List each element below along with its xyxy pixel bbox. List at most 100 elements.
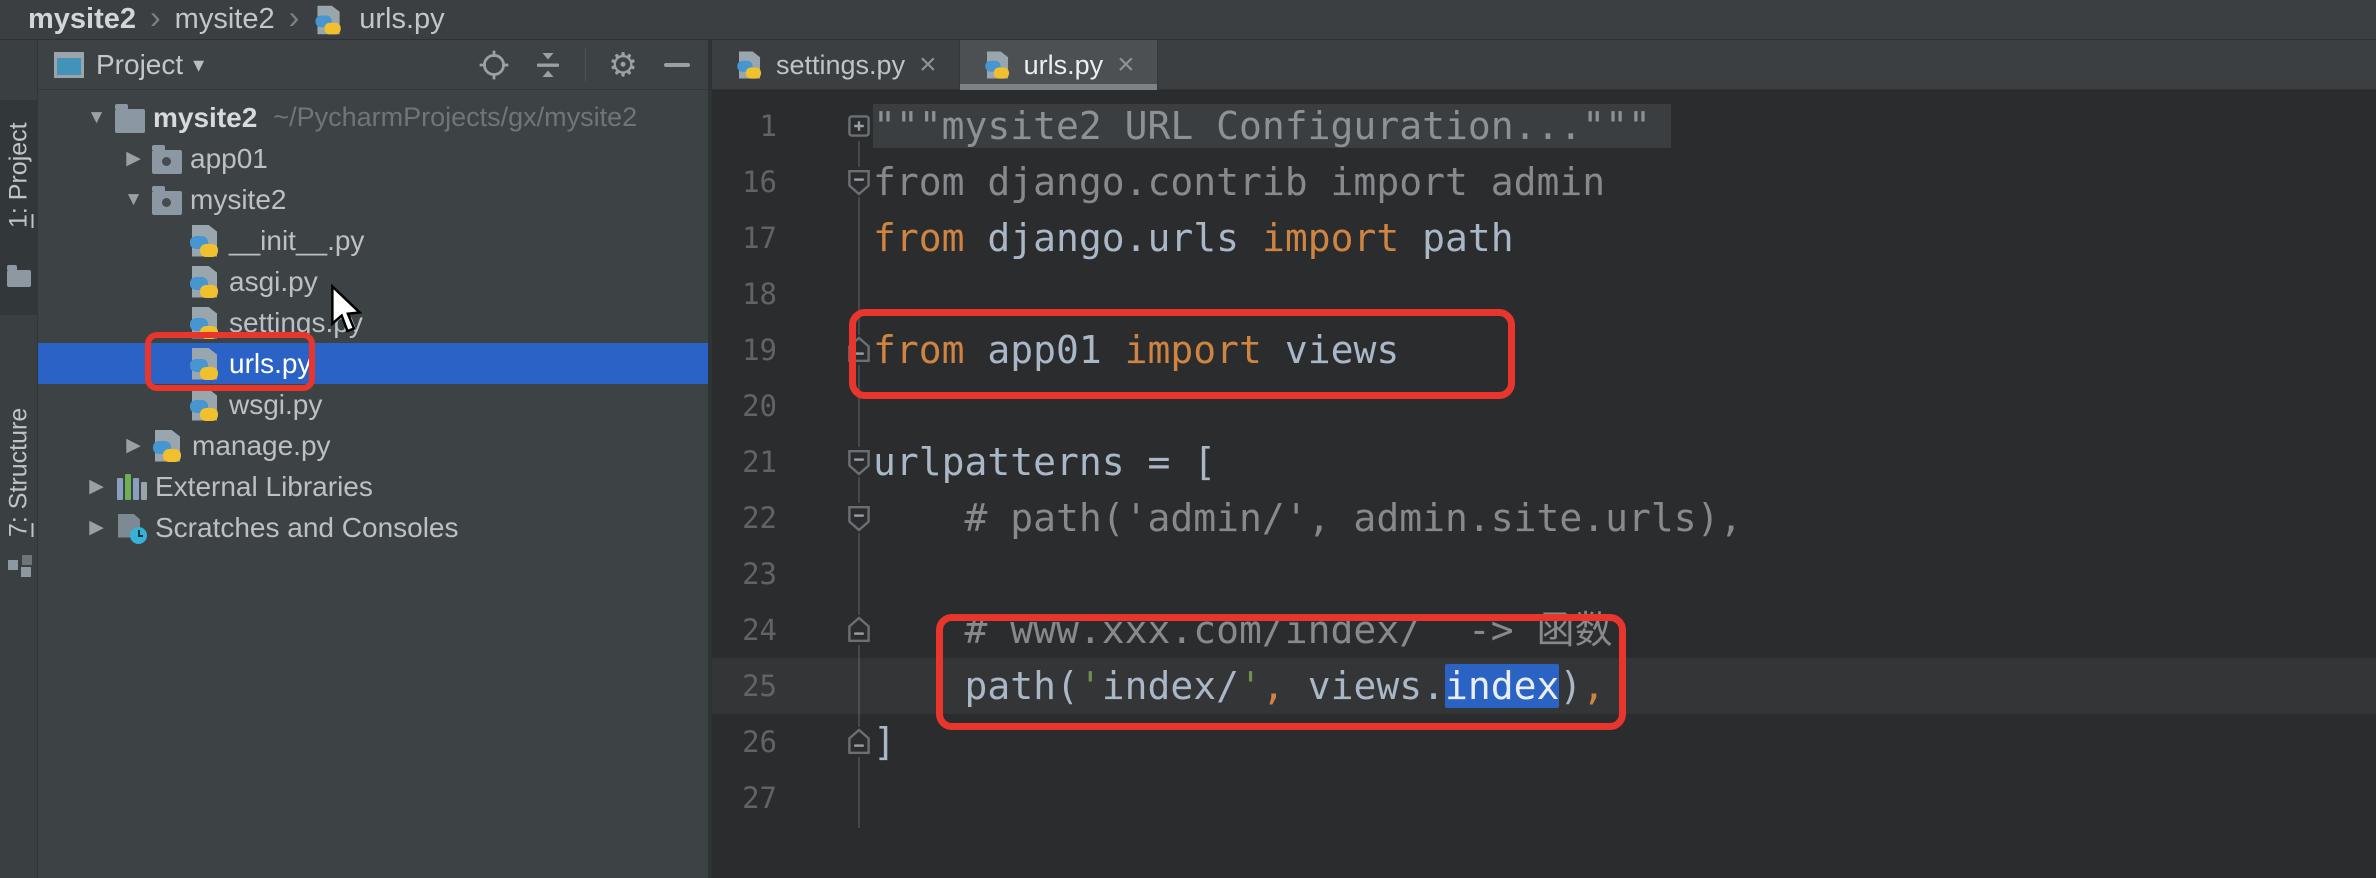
tree-item-mysite2[interactable]: ▼ mysite2 (38, 179, 708, 220)
chevron-right-icon: › (288, 0, 300, 35)
tree-item-External Libraries[interactable]: ▶ External Libraries (38, 466, 708, 507)
code-text[interactable]: urlpatterns = [ (873, 434, 1216, 490)
settings-gear-icon[interactable]: ⚙ (606, 47, 640, 82)
annotation-box-urls-py (145, 332, 315, 391)
python-file-icon (736, 51, 763, 79)
project-panel: Project ▾ ⚙ ▼ mysite2 ~/PycharmProjects/g (38, 40, 712, 878)
project-folder-icon (7, 265, 31, 287)
project-view-icon (54, 51, 84, 78)
chevron-down-icon[interactable]: ▼ (78, 107, 115, 129)
fold-marker[interactable] (845, 447, 873, 477)
breadcrumb-item-file[interactable]: urls.py (359, 3, 444, 36)
chevron-right-icon[interactable]: ▶ (115, 434, 152, 457)
tree-item-path: ~/PycharmProjects/gx/mysite2 (273, 102, 638, 132)
code-line-17[interactable]: 17 from django.urls import path (712, 210, 2376, 266)
tab-urls.py[interactable]: urls.py × (959, 40, 1158, 90)
chevron-right-icon: › (150, 0, 161, 35)
libraries-icon (115, 471, 147, 503)
folder-icon (115, 103, 145, 133)
tree-item-label: manage.py (192, 429, 331, 461)
fold-marker[interactable] (845, 727, 873, 757)
panel-title[interactable]: Project (96, 49, 183, 81)
chevron-down-icon[interactable]: ▾ (193, 52, 204, 78)
annotation-box-import-views (849, 309, 1515, 399)
tree-item-manage.py[interactable]: ▶ manage.py (38, 425, 708, 466)
line-number: 26 (742, 725, 777, 759)
fold-marker[interactable] (845, 111, 873, 141)
code-line-21[interactable]: 21 urlpatterns = [ (712, 434, 2376, 490)
line-number: 23 (742, 557, 777, 591)
chevron-right-icon[interactable]: ▶ (115, 147, 152, 170)
close-icon[interactable]: × (1117, 48, 1135, 82)
python-file-icon (152, 429, 184, 462)
python-file-icon (189, 388, 221, 421)
mouse-cursor (331, 284, 363, 333)
tree-item-label: __init__.py (229, 224, 365, 256)
line-number: 22 (742, 501, 777, 535)
tree-item-settings.py[interactable]: settings.py (38, 302, 708, 343)
chevron-right-icon[interactable]: ▶ (78, 516, 115, 539)
line-number: 18 (742, 277, 777, 311)
tree-item-mysite2[interactable]: ▼ mysite2 ~/PycharmProjects/gx/mysite2 (38, 97, 708, 138)
code-text[interactable]: from django.contrib import admin (873, 154, 1605, 210)
line-number: 17 (742, 221, 777, 255)
tab-label: settings.py (776, 49, 906, 80)
tab-label: urls.py (1023, 49, 1104, 80)
line-number: 20 (742, 389, 777, 423)
line-number: 25 (742, 669, 777, 703)
chevron-right-icon[interactable]: ▶ (78, 475, 115, 498)
breadcrumb-item-project[interactable]: mysite2 (28, 3, 136, 36)
package-icon (152, 185, 182, 215)
fold-marker[interactable] (845, 615, 873, 645)
tool-button-structure-label[interactable]: 7: Structure (0, 390, 38, 555)
line-number: 27 (742, 781, 777, 815)
left-tool-stripe: 1: Project 7: Structure (0, 40, 38, 878)
python-file-icon (189, 224, 221, 257)
collapse-all-icon[interactable] (531, 48, 565, 82)
project-panel-header: Project ▾ ⚙ (38, 40, 708, 90)
code-text[interactable]: ] (873, 714, 896, 770)
python-file-icon (189, 265, 221, 298)
annotation-box-path-index (936, 614, 1626, 730)
code-text[interactable]: # path('admin/', admin.site.urls), (873, 490, 1743, 546)
code-line-16[interactable]: 16 from django.contrib import admin (712, 154, 2376, 210)
chevron-down-icon[interactable]: ▼ (115, 189, 152, 211)
code-line-1[interactable]: 1 """mysite2 URL Configuration...""" (712, 98, 2376, 154)
editor-area: settings.py × urls.py × 1 """mysite2 URL Con… (712, 40, 2376, 878)
line-number: 21 (742, 445, 777, 479)
line-number: 24 (742, 613, 777, 647)
python-file-icon (315, 5, 344, 34)
tree-item-label: app01 (190, 142, 268, 174)
tree-item-label: wsgi.py (229, 388, 323, 420)
tree-item-asgi.py[interactable]: asgi.py (38, 261, 708, 302)
tree-item-__init__.py[interactable]: __init__.py (38, 220, 708, 261)
code-text[interactable]: from django.urls import path (873, 210, 1514, 266)
tab-settings.py[interactable]: settings.py × (712, 40, 960, 90)
tree-item-wsgi.py[interactable]: wsgi.py (38, 384, 708, 425)
locate-icon[interactable] (477, 48, 511, 82)
code-line-22[interactable]: 22 # path('admin/', admin.site.urls), (712, 490, 2376, 546)
code-line-23[interactable]: 23 (712, 546, 2376, 602)
toolbar-separator (585, 47, 586, 82)
tool-button-project-label[interactable]: 1: Project (0, 108, 38, 243)
breadcrumb-item-package[interactable]: mysite2 (175, 3, 275, 36)
hide-panel-icon[interactable] (660, 48, 694, 82)
structure-icon (8, 560, 18, 570)
tree-item-label: External Libraries (155, 470, 373, 502)
package-icon (152, 144, 182, 174)
line-number: 1 (759, 109, 777, 143)
close-icon[interactable]: × (919, 48, 937, 82)
code-line-27[interactable]: 27 (712, 770, 2376, 826)
fold-marker[interactable] (845, 167, 873, 197)
code-text[interactable]: """mysite2 URL Configuration...""" (873, 98, 1671, 154)
tree-item-urls.py[interactable]: urls.py (38, 343, 708, 384)
tree-item-label: mysite2 (153, 101, 258, 133)
python-file-icon (984, 51, 1011, 79)
scratches-icon (115, 512, 147, 544)
tree-item-app01[interactable]: ▶ app01 (38, 138, 708, 179)
editor-tab-bar: settings.py × urls.py × (712, 40, 2376, 90)
tree-item-Scratches and Consoles[interactable]: ▶ Scratches and Consoles (38, 507, 708, 548)
tree-item-label: asgi.py (229, 265, 318, 297)
fold-marker[interactable] (845, 503, 873, 533)
pycharm-window: mysite2 › mysite2 › urls.py 1: Project 7… (0, 0, 2376, 878)
